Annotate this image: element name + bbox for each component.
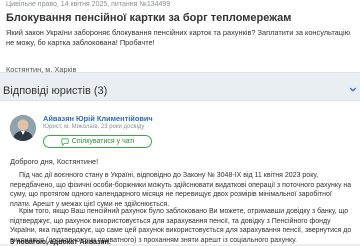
chat-button[interactable]: Спілкуватися у чаті [43,135,152,148]
lawyer-details: Юрист, м. Миколаїв, 23 роки досвіду [43,124,145,130]
answer-card: Айвазян Юрій Климентійович Юрист, м. Мик… [0,100,360,246]
answers-section-title: Відповіді юристів (3) [3,85,108,97]
chat-bubble-icon [61,137,69,146]
question-body: Який закон України забороняє блокування … [6,28,351,47]
question-author: Костянтин, м. Харків [6,65,77,74]
lawyer-avatar[interactable] [10,115,36,141]
chat-button-label: Спілкуватися у чаті [71,138,135,145]
question-card: Цивільне право, 14 квітня 2025, питання … [0,0,360,74]
answer-greeting: Доброго дня, Костянтине! [10,157,99,166]
lawyer-name-link[interactable]: Айвазян Юрій Климентійович [43,114,153,123]
question-title: Блокування пенсійної картки за борг тепл… [6,12,292,24]
answer-paragraph-1: Під час дії воєнного стану в Україні, ві… [10,172,352,208]
chevron-down-icon[interactable] [349,86,357,94]
question-meta: Цивільне право, 14 квітня 2025, питання … [6,1,171,8]
